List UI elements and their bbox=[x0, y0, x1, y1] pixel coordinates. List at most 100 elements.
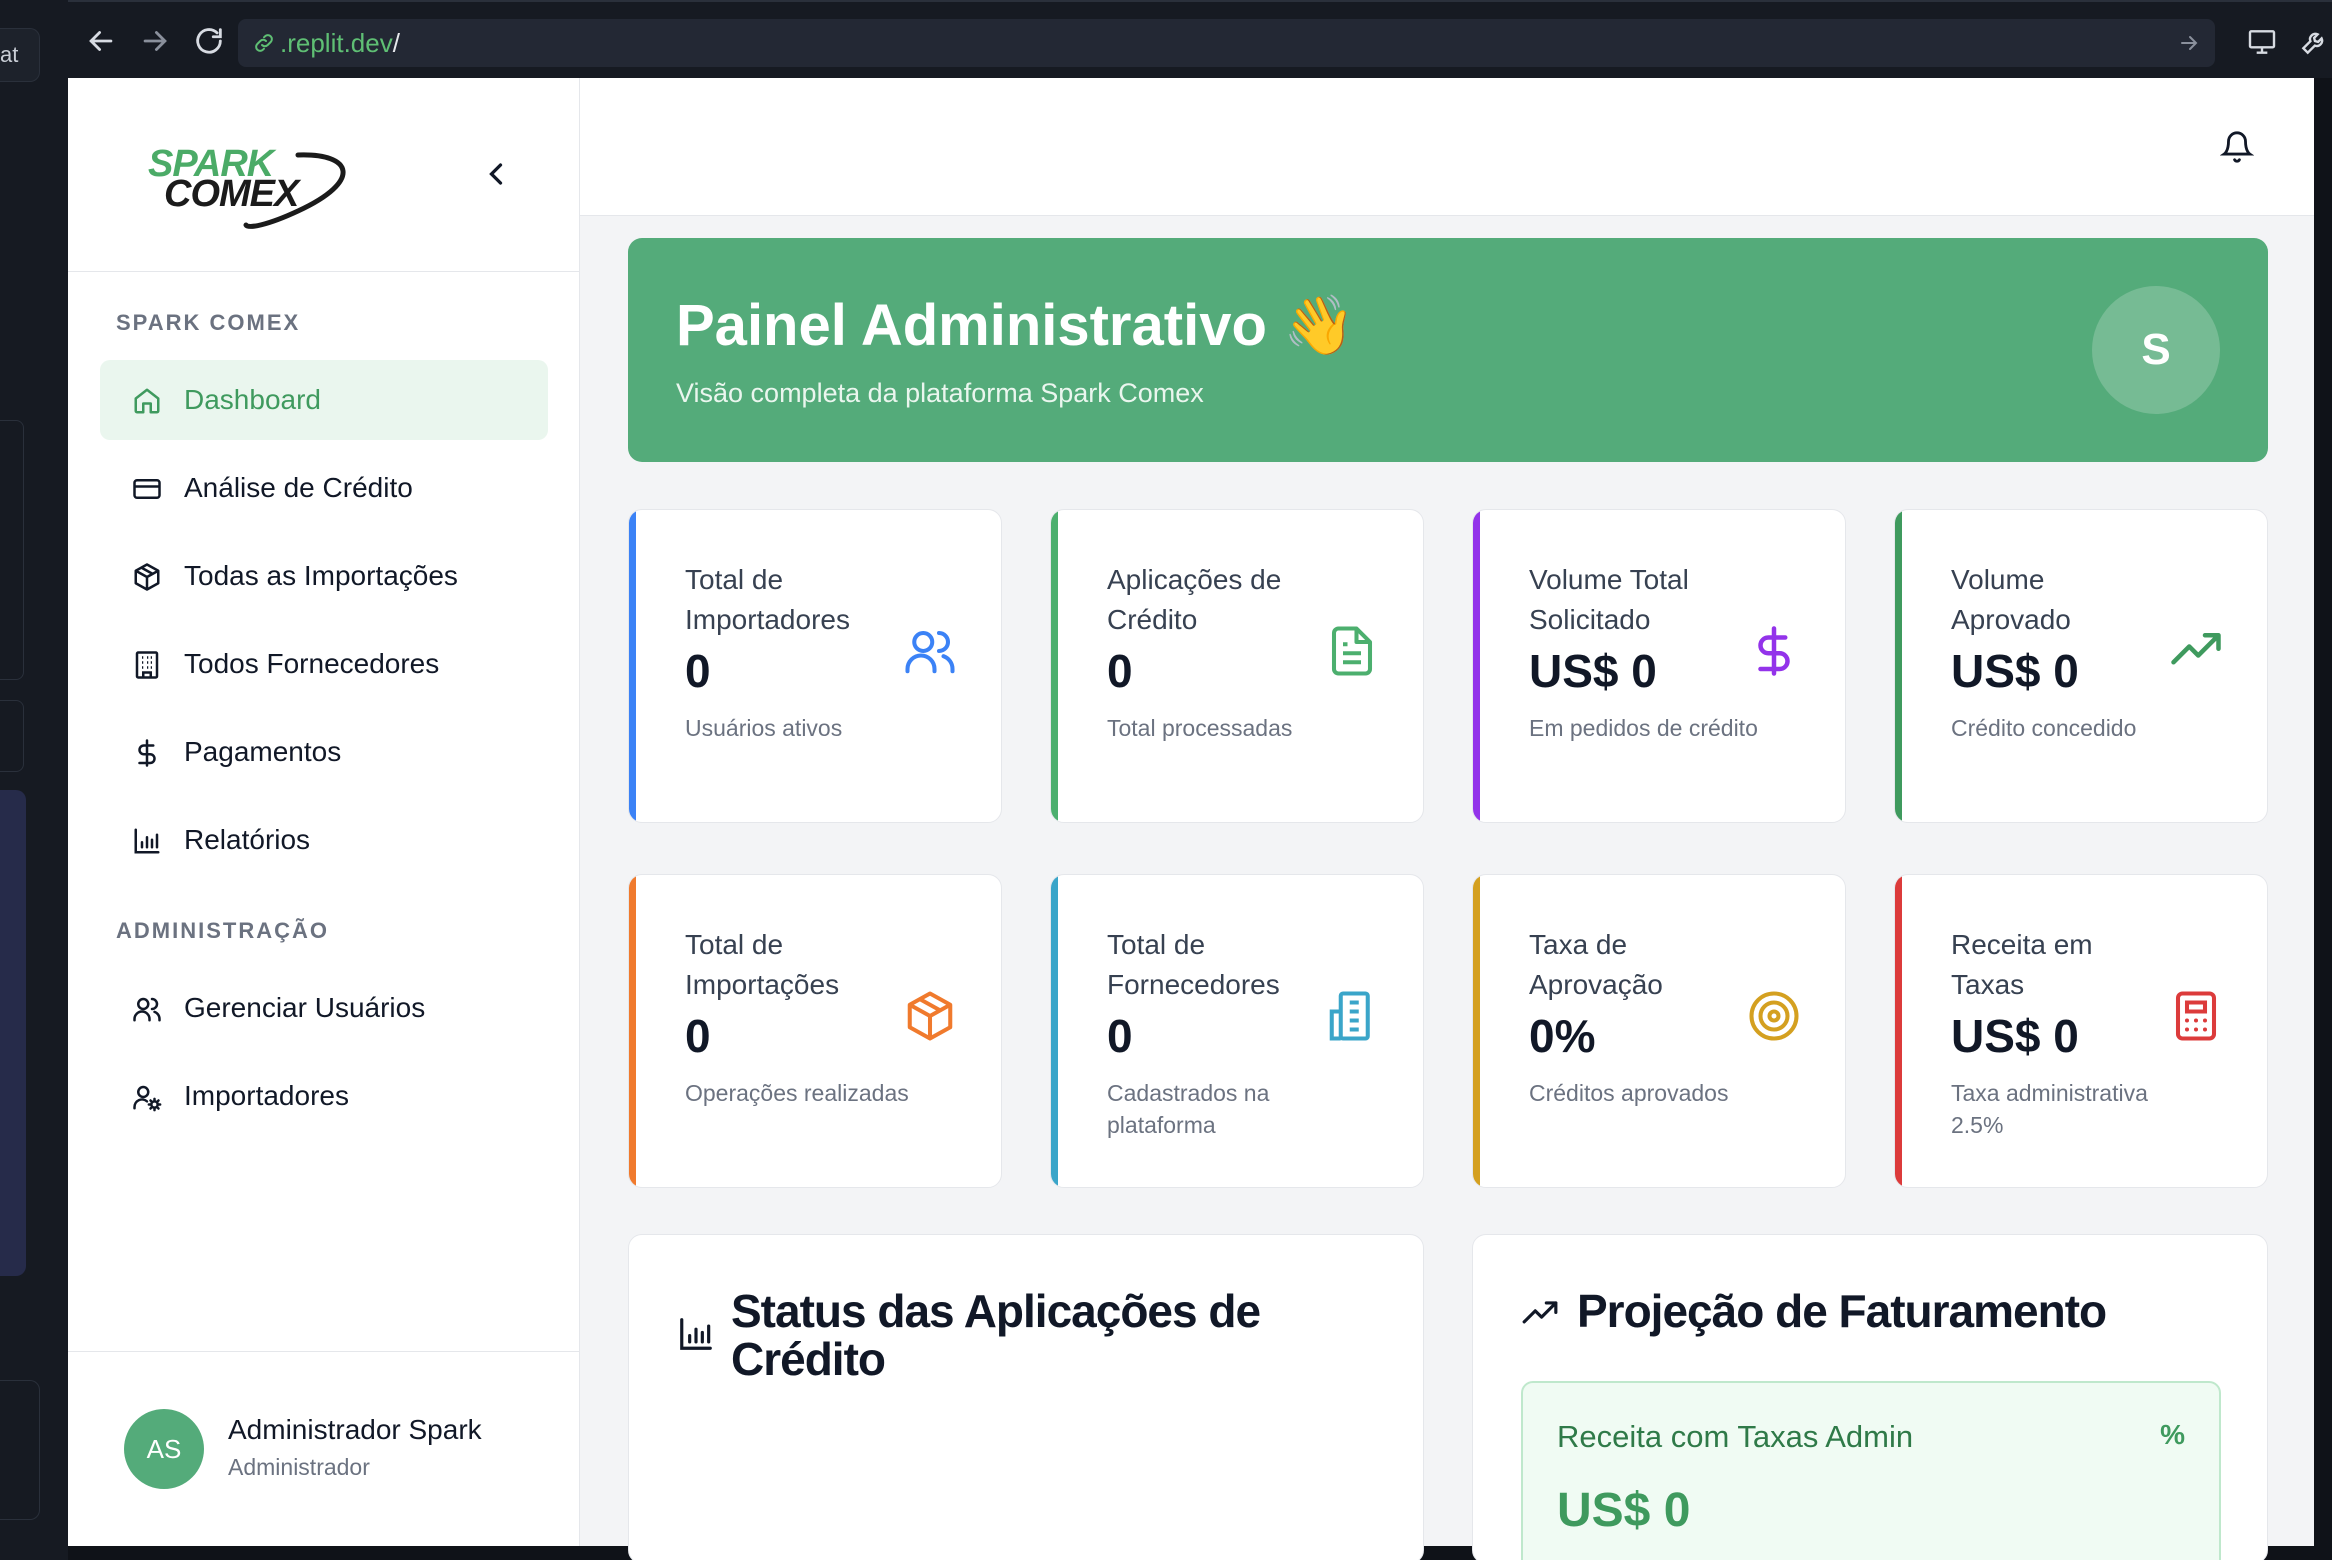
nav-label: Dashboard bbox=[184, 384, 321, 415]
page-subtitle: Visão completa da plataforma Spark Comex bbox=[676, 378, 1204, 408]
credit-card-icon bbox=[133, 479, 161, 499]
stat-title: Total de Importadores bbox=[685, 564, 850, 635]
stat-title: Receita em Taxas bbox=[1951, 929, 2093, 1000]
target-icon bbox=[1749, 991, 1799, 1041]
stat-value: 0 bbox=[1107, 1010, 1133, 1062]
card-accent bbox=[1473, 510, 1480, 822]
stat-card-importacoes: Total de Importações 0 Operações realiza… bbox=[628, 874, 1002, 1188]
browser-toolbar: .replit.dev/ bbox=[68, 0, 2332, 78]
nav-label: Gerenciar Usuários bbox=[184, 992, 426, 1023]
stat-title: Total de Fornecedores bbox=[1107, 929, 1280, 1000]
waving-hand-icon: 👋 bbox=[1283, 293, 1356, 358]
stat-card-volume-solicitado: Volume Total Solicitado US$ 0 Em pedidos… bbox=[1472, 509, 1846, 823]
bar-chart-icon bbox=[680, 1318, 712, 1350]
url-bar[interactable]: .replit.dev/ bbox=[238, 19, 2215, 67]
stat-value: US$ 0 bbox=[1529, 645, 1657, 697]
user-profile[interactable]: AS Administrador Spark Administrador bbox=[68, 1351, 580, 1546]
card-accent bbox=[629, 510, 636, 822]
card-accent bbox=[1051, 510, 1058, 822]
stat-title: Volume Aprovado bbox=[1951, 564, 2071, 635]
sidebar: SPARK COMEX SPARK COMEX Dashboard Anális… bbox=[68, 78, 580, 1546]
nav-label: Importadores bbox=[184, 1080, 349, 1111]
card-accent bbox=[1473, 875, 1480, 1187]
nav-item-dashboard[interactable]: Dashboard bbox=[100, 360, 548, 440]
adjacent-tab-label: at bbox=[0, 42, 19, 67]
revenue-value: US$ 0 bbox=[1557, 1484, 1691, 1537]
card-accent bbox=[1051, 875, 1058, 1187]
banner-avatar: S bbox=[2092, 286, 2220, 414]
bar-chart-icon bbox=[134, 828, 160, 854]
stat-value: US$ 0 bbox=[1951, 645, 2079, 697]
page-title: Painel Administrativo 👋 bbox=[676, 292, 1355, 360]
nav-label: Relatórios bbox=[184, 824, 311, 855]
nav-item-analise-credito[interactable]: Análise de Crédito bbox=[100, 448, 548, 528]
package-icon bbox=[907, 991, 953, 1041]
credit-status-panel: Status das Aplicações de Crédito bbox=[628, 1234, 1424, 1560]
nav-label: Todos Fornecedores bbox=[184, 648, 440, 679]
package-icon bbox=[134, 563, 160, 591]
link-icon bbox=[255, 34, 273, 52]
adjacent-input[interactable] bbox=[0, 1380, 40, 1520]
collapse-sidebar-button[interactable] bbox=[478, 156, 514, 192]
stat-card-fornecedores: Total de Fornecedores 0 Cadastrados na p… bbox=[1050, 874, 1424, 1188]
stat-subtitle: Cadastrados na plataforma bbox=[1107, 1080, 1270, 1138]
nav-item-importacoes[interactable]: Todas as Importações bbox=[100, 536, 548, 616]
nav-item-gerenciar-usuarios[interactable]: Gerenciar Usuários bbox=[100, 968, 548, 1048]
trending-up-icon bbox=[2171, 633, 2221, 665]
back-button[interactable] bbox=[84, 24, 118, 58]
nav-label: Pagamentos bbox=[184, 736, 342, 767]
nav-item-importadores[interactable]: Importadores bbox=[100, 1056, 548, 1136]
top-bar bbox=[580, 78, 2314, 216]
users-icon bbox=[905, 630, 955, 674]
calculator-icon bbox=[2175, 991, 2217, 1041]
stat-value: 0 bbox=[1107, 645, 1133, 697]
stat-subtitle: Usuários ativos bbox=[685, 715, 843, 741]
panel-title: Status das Aplicações de Crédito bbox=[731, 1285, 1261, 1385]
stat-card-volume-aprovado: Volume Aprovado US$ 0 Crédito concedido bbox=[1894, 509, 2268, 823]
nav-item-pagamentos[interactable]: Pagamentos bbox=[100, 712, 548, 792]
reload-button[interactable] bbox=[192, 24, 226, 58]
go-arrow-icon[interactable] bbox=[2177, 31, 2201, 55]
notifications-bell-icon[interactable] bbox=[2220, 130, 2254, 164]
revenue-projection-panel: Projeção de Faturamento Receita com Taxa… bbox=[1472, 1234, 2268, 1560]
stat-value: 0 bbox=[685, 1010, 711, 1062]
main-content: Painel Administrativo 👋 Visão completa d… bbox=[580, 216, 2314, 1560]
adjacent-panel-frame bbox=[0, 420, 24, 680]
stat-value: 0% bbox=[1529, 1010, 1596, 1062]
stat-subtitle: Taxa administrativa 2.5% bbox=[1951, 1080, 2148, 1138]
avatar: AS bbox=[124, 1409, 204, 1489]
stat-subtitle: Em pedidos de crédito bbox=[1529, 715, 1758, 741]
nav-item-relatorios[interactable]: Relatórios bbox=[100, 800, 548, 880]
stat-subtitle: Crédito concedido bbox=[1951, 715, 2137, 741]
stat-title: Total de Importações bbox=[685, 929, 840, 1000]
revenue-card: Receita com Taxas Admin % US$ 0 bbox=[1521, 1381, 2221, 1560]
nav-item-fornecedores[interactable]: Todos Fornecedores bbox=[100, 624, 548, 704]
stat-value: US$ 0 bbox=[1951, 1010, 2079, 1062]
stat-title: Aplicações de Crédito bbox=[1107, 564, 1282, 635]
building-icon bbox=[1329, 991, 1370, 1041]
card-accent bbox=[1895, 875, 1902, 1187]
wrench-icon[interactable] bbox=[2298, 26, 2330, 58]
nav-label: Análise de Crédito bbox=[184, 472, 413, 503]
stat-card-importadores: Total de Importadores 0 Usuários ativos bbox=[628, 509, 1002, 823]
adjacent-tab[interactable]: at bbox=[0, 28, 40, 82]
url-text: .replit.dev/ bbox=[280, 28, 400, 59]
revenue-label: Receita com Taxas Admin bbox=[1557, 1419, 1914, 1454]
stat-subtitle: Créditos aprovados bbox=[1529, 1080, 1729, 1106]
forward-button[interactable] bbox=[138, 24, 172, 58]
percent-icon: % bbox=[2160, 1419, 2185, 1450]
stat-card-aplicacoes: Aplicações de Crédito 0 Total processada… bbox=[1050, 509, 1424, 823]
building-icon bbox=[135, 651, 159, 679]
app-window: SPARK COMEX SPARK COMEX Dashboard Anális… bbox=[68, 78, 2314, 1560]
section-label-administracao: ADMINISTRAÇÃO bbox=[116, 918, 329, 943]
spark-comex-logo[interactable]: SPARK COMEX bbox=[148, 133, 368, 233]
reload-icon bbox=[196, 28, 222, 54]
card-accent bbox=[629, 875, 636, 1187]
url-path: / bbox=[392, 28, 400, 58]
trending-up-icon bbox=[1522, 1301, 1558, 1324]
monitor-icon[interactable] bbox=[2246, 26, 2278, 58]
user-cog-icon bbox=[133, 1085, 162, 1112]
adjacent-panel-frame bbox=[0, 700, 24, 772]
dollar-icon bbox=[1758, 626, 1790, 676]
stat-card-taxa-aprovacao: Taxa de Aprovação 0% Créditos aprovados bbox=[1472, 874, 1846, 1188]
